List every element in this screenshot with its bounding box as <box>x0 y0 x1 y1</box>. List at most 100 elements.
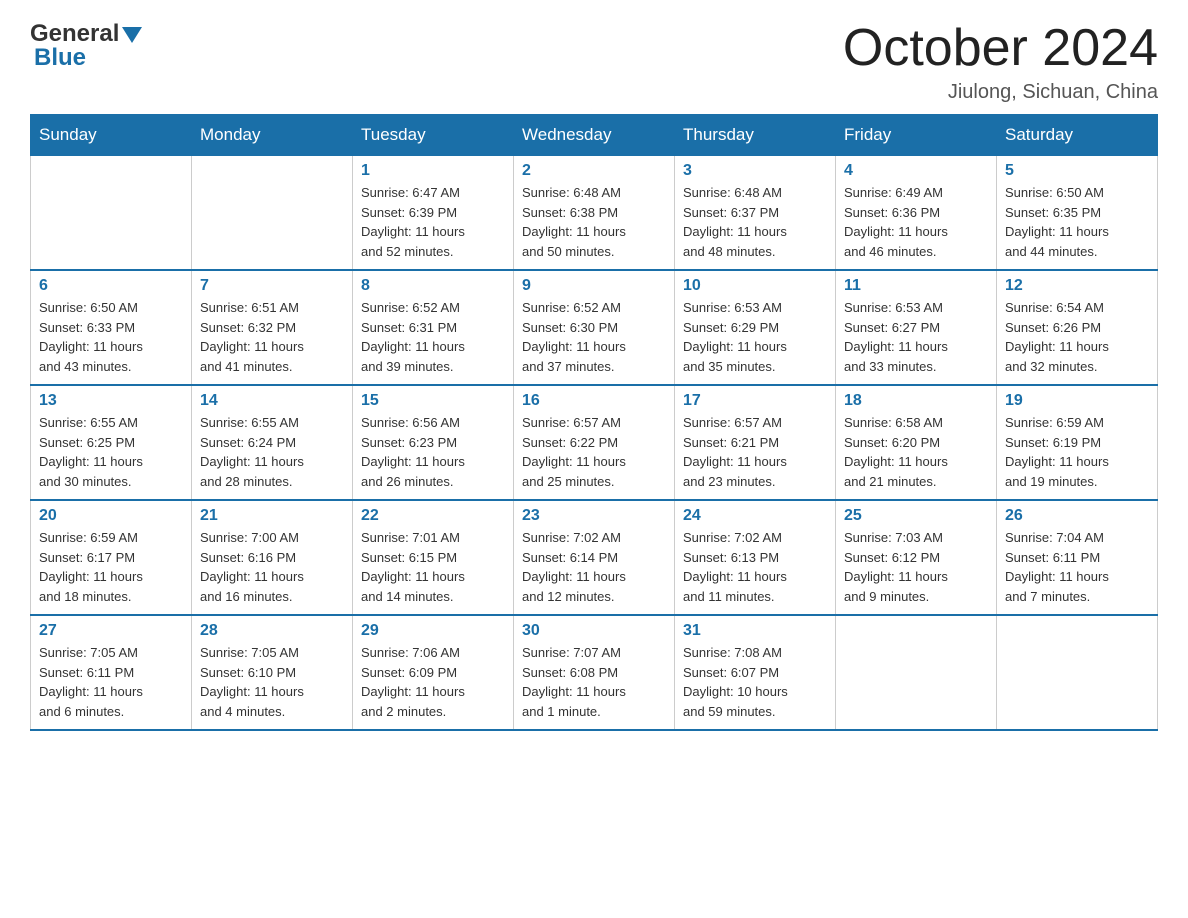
day-number: 21 <box>200 507 344 525</box>
weekday-header-monday: Monday <box>192 115 353 156</box>
calendar-week-row: 20 Sunrise: 6:59 AMSunset: 6:17 PMDayligh… <box>31 500 1158 615</box>
day-number: 24 <box>683 507 827 525</box>
day-info: Sunrise: 6:57 AMSunset: 6:22 PMDaylight:… <box>522 413 666 491</box>
month-title: October 2024 <box>843 20 1158 77</box>
day-number: 31 <box>683 622 827 640</box>
day-info: Sunrise: 6:59 AMSunset: 6:19 PMDaylight:… <box>1005 413 1149 491</box>
calendar-cell: 25 Sunrise: 7:03 AMSunset: 6:12 PMDayligh… <box>836 500 997 615</box>
calendar-cell: 16Sunrise: 6:57 AMSunset: 6:22 PMDayligh… <box>514 385 675 500</box>
day-number: 29 <box>361 622 505 640</box>
day-info: Sunrise: 6:53 AMSunset: 6:29 PMDaylight:… <box>683 298 827 376</box>
day-number: 6 <box>39 277 183 295</box>
calendar-cell <box>836 615 997 730</box>
calendar-cell: 12 Sunrise: 6:54 AMSunset: 6:26 PMDayligh… <box>997 270 1158 385</box>
day-number: 4 <box>844 162 988 180</box>
day-info: Sunrise: 7:03 AMSunset: 6:12 PMDaylight:… <box>844 528 988 606</box>
calendar-cell: 30 Sunrise: 7:07 AMSunset: 6:08 PMDayligh… <box>514 615 675 730</box>
day-info: Sunrise: 7:08 AMSunset: 6:07 PMDaylight:… <box>683 643 827 721</box>
day-number: 30 <box>522 622 666 640</box>
logo-triangle-icon <box>121 25 143 45</box>
day-info: Sunrise: 6:50 AMSunset: 6:33 PMDaylight:… <box>39 298 183 376</box>
calendar-cell: 19 Sunrise: 6:59 AMSunset: 6:19 PMDayligh… <box>997 385 1158 500</box>
day-info: Sunrise: 6:55 AMSunset: 6:24 PMDaylight:… <box>200 413 344 491</box>
day-info: Sunrise: 6:48 AMSunset: 6:37 PMDaylight:… <box>683 183 827 261</box>
day-number: 20 <box>39 507 183 525</box>
day-number: 23 <box>522 507 666 525</box>
calendar-cell: 5Sunrise: 6:50 AMSunset: 6:35 PMDaylight… <box>997 156 1158 271</box>
weekday-header-row: SundayMondayTuesdayWednesdayThursdayFrid… <box>31 115 1158 156</box>
calendar-cell: 26 Sunrise: 7:04 AMSunset: 6:11 PMDayligh… <box>997 500 1158 615</box>
day-number: 3 <box>683 162 827 180</box>
calendar-cell <box>997 615 1158 730</box>
day-number: 1 <box>361 162 505 180</box>
calendar-cell: 29 Sunrise: 7:06 AMSunset: 6:09 PMDayligh… <box>353 615 514 730</box>
day-number: 13 <box>39 392 183 410</box>
day-info: Sunrise: 6:55 AMSunset: 6:25 PMDaylight:… <box>39 413 183 491</box>
day-number: 10 <box>683 277 827 295</box>
calendar-cell: 9 Sunrise: 6:52 AMSunset: 6:30 PMDaylight… <box>514 270 675 385</box>
day-info: Sunrise: 7:01 AMSunset: 6:15 PMDaylight:… <box>361 528 505 606</box>
day-info: Sunrise: 7:05 AMSunset: 6:10 PMDaylight:… <box>200 643 344 721</box>
calendar-week-row: 6 Sunrise: 6:50 AMSunset: 6:33 PMDaylight… <box>31 270 1158 385</box>
weekday-header-saturday: Saturday <box>997 115 1158 156</box>
calendar-cell: 13 Sunrise: 6:55 AMSunset: 6:25 PMDayligh… <box>31 385 192 500</box>
calendar-cell: 22Sunrise: 7:01 AMSunset: 6:15 PMDayligh… <box>353 500 514 615</box>
calendar-week-row: 1 Sunrise: 6:47 AMSunset: 6:39 PMDaylight… <box>31 156 1158 271</box>
calendar-cell: 4 Sunrise: 6:49 AMSunset: 6:36 PMDaylight… <box>836 156 997 271</box>
calendar-week-row: 27Sunrise: 7:05 AMSunset: 6:11 PMDayligh… <box>31 615 1158 730</box>
day-info: Sunrise: 6:58 AMSunset: 6:20 PMDaylight:… <box>844 413 988 491</box>
logo-blue-text: Blue <box>34 44 86 72</box>
calendar-table: SundayMondayTuesdayWednesdayThursdayFrid… <box>30 114 1158 731</box>
day-number: 12 <box>1005 277 1149 295</box>
calendar-cell: 7 Sunrise: 6:51 AMSunset: 6:32 PMDaylight… <box>192 270 353 385</box>
weekday-header-tuesday: Tuesday <box>353 115 514 156</box>
day-info: Sunrise: 7:02 AMSunset: 6:14 PMDaylight:… <box>522 528 666 606</box>
calendar-cell <box>192 156 353 271</box>
day-number: 15 <box>361 392 505 410</box>
day-number: 19 <box>1005 392 1149 410</box>
calendar-cell: 2 Sunrise: 6:48 AMSunset: 6:38 PMDaylight… <box>514 156 675 271</box>
day-number: 2 <box>522 162 666 180</box>
day-info: Sunrise: 6:57 AMSunset: 6:21 PMDaylight:… <box>683 413 827 491</box>
day-info: Sunrise: 6:53 AMSunset: 6:27 PMDaylight:… <box>844 298 988 376</box>
day-info: Sunrise: 7:06 AMSunset: 6:09 PMDaylight:… <box>361 643 505 721</box>
calendar-cell: 14 Sunrise: 6:55 AMSunset: 6:24 PMDayligh… <box>192 385 353 500</box>
day-info: Sunrise: 6:54 AMSunset: 6:26 PMDaylight:… <box>1005 298 1149 376</box>
day-number: 11 <box>844 277 988 295</box>
logo: General Blue <box>30 20 143 72</box>
day-number: 25 <box>844 507 988 525</box>
day-info: Sunrise: 6:47 AMSunset: 6:39 PMDaylight:… <box>361 183 505 261</box>
day-info: Sunrise: 7:02 AMSunset: 6:13 PMDaylight:… <box>683 528 827 606</box>
page-header: General Blue October 2024 Jiulong, Sichu… <box>30 20 1158 104</box>
calendar-cell: 31 Sunrise: 7:08 AMSunset: 6:07 PMDayligh… <box>675 615 836 730</box>
weekday-header-wednesday: Wednesday <box>514 115 675 156</box>
day-info: Sunrise: 6:48 AMSunset: 6:38 PMDaylight:… <box>522 183 666 261</box>
calendar-cell: 21Sunrise: 7:00 AMSunset: 6:16 PMDayligh… <box>192 500 353 615</box>
day-info: Sunrise: 6:51 AMSunset: 6:32 PMDaylight:… <box>200 298 344 376</box>
calendar-cell: 24 Sunrise: 7:02 AMSunset: 6:13 PMDayligh… <box>675 500 836 615</box>
calendar-cell: 11 Sunrise: 6:53 AMSunset: 6:27 PMDayligh… <box>836 270 997 385</box>
day-info: Sunrise: 6:59 AMSunset: 6:17 PMDaylight:… <box>39 528 183 606</box>
location-label: Jiulong, Sichuan, China <box>843 81 1158 104</box>
day-info: Sunrise: 7:07 AMSunset: 6:08 PMDaylight:… <box>522 643 666 721</box>
calendar-week-row: 13 Sunrise: 6:55 AMSunset: 6:25 PMDayligh… <box>31 385 1158 500</box>
day-info: Sunrise: 6:52 AMSunset: 6:31 PMDaylight:… <box>361 298 505 376</box>
day-info: Sunrise: 7:04 AMSunset: 6:11 PMDaylight:… <box>1005 528 1149 606</box>
day-number: 18 <box>844 392 988 410</box>
calendar-cell: 6 Sunrise: 6:50 AMSunset: 6:33 PMDaylight… <box>31 270 192 385</box>
weekday-header-friday: Friday <box>836 115 997 156</box>
day-number: 9 <box>522 277 666 295</box>
day-number: 14 <box>200 392 344 410</box>
calendar-cell: 10 Sunrise: 6:53 AMSunset: 6:29 PMDayligh… <box>675 270 836 385</box>
weekday-header-thursday: Thursday <box>675 115 836 156</box>
day-info: Sunrise: 6:52 AMSunset: 6:30 PMDaylight:… <box>522 298 666 376</box>
day-number: 7 <box>200 277 344 295</box>
calendar-cell: 20 Sunrise: 6:59 AMSunset: 6:17 PMDayligh… <box>31 500 192 615</box>
day-info: Sunrise: 7:05 AMSunset: 6:11 PMDaylight:… <box>39 643 183 721</box>
calendar-cell: 3 Sunrise: 6:48 AMSunset: 6:37 PMDaylight… <box>675 156 836 271</box>
weekday-header-sunday: Sunday <box>31 115 192 156</box>
day-info: Sunrise: 6:49 AMSunset: 6:36 PMDaylight:… <box>844 183 988 261</box>
day-number: 26 <box>1005 507 1149 525</box>
calendar-cell: 17 Sunrise: 6:57 AMSunset: 6:21 PMDayligh… <box>675 385 836 500</box>
day-number: 17 <box>683 392 827 410</box>
